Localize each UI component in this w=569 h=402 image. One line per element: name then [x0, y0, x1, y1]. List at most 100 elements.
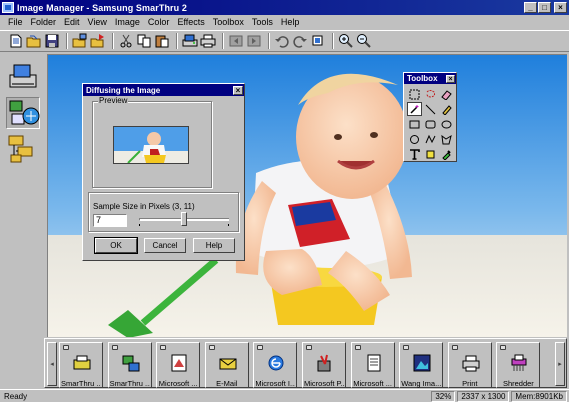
cancel-button[interactable]: Cancel — [144, 238, 186, 253]
app-slot[interactable]: SmarThru ... — [59, 342, 103, 388]
copy-folder-icon[interactable] — [72, 33, 88, 49]
app-slot[interactable]: Wang Ima... — [399, 342, 444, 388]
pin-icon[interactable] — [160, 345, 167, 350]
polyline-icon[interactable] — [423, 132, 438, 146]
scroll-left-button[interactable]: ◂ — [47, 342, 57, 386]
close-button[interactable]: × — [554, 2, 567, 13]
circle-icon[interactable] — [407, 132, 422, 146]
app-slot[interactable]: Microsoft ... — [156, 342, 201, 388]
app-label: Microsoft P... — [304, 379, 344, 388]
fill-icon[interactable] — [423, 147, 438, 161]
magic-wand-icon[interactable] — [407, 102, 422, 116]
app-slot[interactable]: Microsoft P... — [302, 342, 346, 388]
menu-color[interactable]: Color — [144, 17, 174, 27]
sample-size-label: Sample Size in Pixels (3, 11) — [93, 202, 195, 211]
toolbox-palette: Toolbox × — [403, 72, 457, 162]
move-folder-icon[interactable] — [90, 33, 106, 49]
ellipse-icon[interactable] — [439, 117, 454, 131]
menu-folder[interactable]: Folder — [27, 17, 61, 27]
polygon-icon[interactable] — [439, 132, 454, 146]
menu-image[interactable]: Image — [111, 17, 144, 27]
zoom-out-icon[interactable] — [356, 33, 372, 49]
scan-icon[interactable] — [182, 33, 198, 49]
cut-icon[interactable] — [118, 33, 134, 49]
scroll-right-button[interactable]: ▸ — [555, 342, 565, 386]
printer-icon — [461, 353, 481, 373]
pin-icon[interactable] — [403, 345, 410, 350]
text-icon[interactable] — [407, 147, 422, 161]
rectangle-icon[interactable] — [407, 117, 422, 131]
pin-icon[interactable] — [500, 345, 507, 350]
ok-button[interactable]: OK — [94, 237, 138, 254]
copy-icon[interactable] — [136, 33, 152, 49]
line-icon[interactable] — [423, 102, 438, 116]
dialog-close-button[interactable]: × — [233, 85, 243, 95]
undo-icon[interactable] — [274, 33, 290, 49]
scanner-icon[interactable] — [6, 61, 40, 93]
pin-icon[interactable] — [257, 345, 264, 350]
forward-icon[interactable] — [246, 33, 262, 49]
app-slot[interactable]: SmarThru ... — [107, 342, 152, 388]
paste-icon[interactable] — [154, 33, 170, 49]
menu-toolbox[interactable]: Toolbox — [209, 17, 248, 27]
app-slot[interactable]: Print — [447, 342, 492, 388]
open-icon[interactable] — [26, 33, 42, 49]
sample-size-slider[interactable] — [136, 211, 234, 228]
new-icon[interactable] — [8, 33, 24, 49]
toolbox-titlebar[interactable]: Toolbox × — [404, 73, 456, 84]
app-label: Wang Ima... — [401, 379, 442, 388]
menu-edit[interactable]: Edit — [60, 17, 84, 27]
diffuse-dialog: Diffusing the Image × Preview Sample Siz… — [82, 83, 245, 261]
redo-icon[interactable] — [292, 33, 308, 49]
toolbar — [0, 30, 569, 52]
eraser-icon[interactable] — [439, 87, 454, 101]
app-slot[interactable]: Microsoft I... — [253, 342, 298, 388]
zoom-in-icon[interactable] — [338, 33, 354, 49]
toolbar-separator — [222, 33, 224, 49]
pencil-icon[interactable] — [439, 102, 454, 116]
dropper-icon[interactable] — [439, 147, 454, 161]
folder-tree-icon[interactable] — [6, 133, 40, 165]
menu-file[interactable]: File — [4, 17, 27, 27]
menu-view[interactable]: View — [84, 17, 111, 27]
minimize-button[interactable]: _ — [524, 2, 537, 13]
rect-select-icon[interactable] — [407, 87, 422, 101]
lasso-icon[interactable] — [423, 87, 438, 101]
back-icon[interactable] — [228, 33, 244, 49]
toolbox-close-button[interactable]: × — [446, 74, 455, 83]
app-label: Microsoft ... — [158, 379, 198, 388]
image-browser-icon[interactable] — [6, 97, 40, 129]
save-icon[interactable] — [44, 33, 60, 49]
pin-icon[interactable] — [451, 345, 458, 350]
app-slot[interactable]: Microsoft ... — [350, 342, 395, 388]
menu-effects[interactable]: Effects — [173, 17, 208, 27]
print-icon[interactable] — [200, 33, 216, 49]
menu-tools[interactable]: Tools — [248, 17, 277, 27]
status-ready: Ready — [4, 391, 28, 401]
ms-app-icon — [169, 353, 189, 373]
fax-icon — [72, 353, 92, 373]
pin-icon[interactable] — [111, 345, 118, 350]
app-slot[interactable]: E-Mail — [204, 342, 249, 388]
app-slot[interactable]: Shredder — [496, 342, 541, 388]
paint-icon — [315, 353, 335, 373]
maximize-button[interactable]: □ — [538, 2, 551, 13]
imaging-icon — [412, 353, 432, 373]
toolbar-separator — [268, 33, 270, 49]
toolbar-separator — [66, 33, 68, 49]
network-icon — [121, 353, 141, 373]
rounded-rect-icon[interactable] — [423, 117, 438, 131]
pin-icon[interactable] — [208, 345, 215, 350]
pin-icon[interactable] — [306, 345, 312, 350]
help-button[interactable]: Help — [193, 238, 235, 253]
menu-help[interactable]: Help — [277, 17, 304, 27]
title-bar: Image Manager - Samsung SmarThru 2 _ □ × — [0, 0, 569, 15]
pin-icon[interactable] — [63, 345, 69, 350]
dialog-titlebar[interactable]: Diffusing the Image × — [83, 84, 244, 96]
app-label: Microsoft ... — [353, 379, 392, 388]
sample-size-input[interactable]: 7 — [93, 214, 127, 227]
pin-icon[interactable] — [354, 345, 361, 350]
crop-icon[interactable] — [310, 33, 326, 49]
status-bar: Ready 32% 2337 x 1300 Mem:8901Kb — [0, 389, 569, 402]
slider-thumb[interactable] — [181, 212, 187, 226]
